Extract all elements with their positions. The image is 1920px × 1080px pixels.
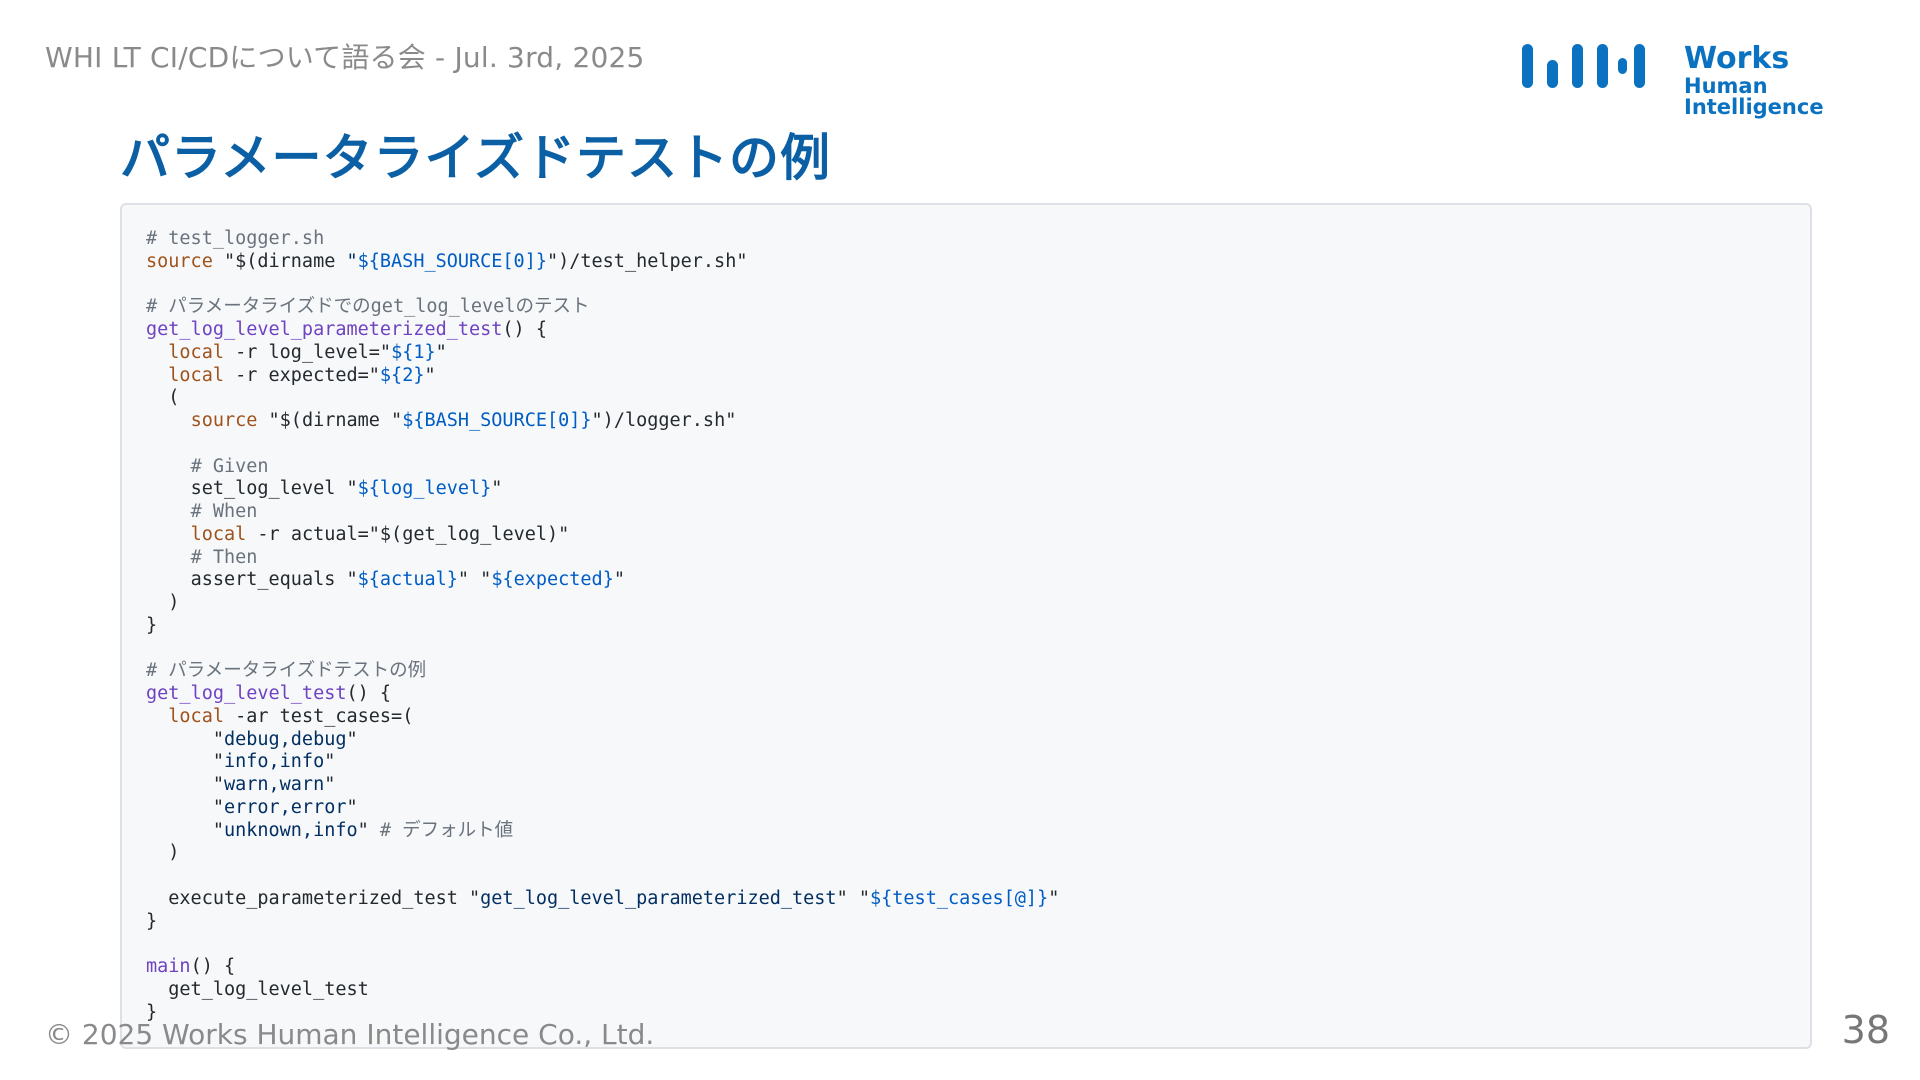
code-text: " [435,341,447,363]
code-text: " [836,887,848,909]
code-text: get_log_level_test [168,978,369,1000]
code-string: get_log_level_parameterized_test [480,887,837,909]
code-keyword: local [168,341,224,363]
code-text: " [346,796,358,818]
code-comment: # When [190,501,258,522]
code-text: " [324,751,336,773]
code-text: " [212,796,224,818]
code-comment: # パラメータライズドでのget_log_levelのテスト [146,296,590,318]
code-text: " [491,478,503,500]
code-keyword: local [168,705,224,727]
code-text: " [1048,887,1060,909]
code-comment: # パラメータライズドテストの例 [146,660,427,682]
code-keyword: local [168,364,224,386]
code-variable: ${BASH_SOURCE[0]} [357,250,547,272]
code-variable: ${2} [379,364,425,386]
code-text: " [858,887,870,909]
code-text: execute_parameterized_test [168,887,470,909]
code-text: ")/test_helper.sh" [546,250,748,272]
company-logo: Works Human Intelligence [1522,44,1902,118]
slide: WHI LT CI/CDについて語る会 - Jul. 3rd, 2025 Wor… [0,0,1920,1080]
code-variable: ${BASH_SOURCE[0]} [402,410,592,431]
code-comment: # Then [190,546,258,568]
code-text: " [346,728,358,750]
code-comment: # Given [190,455,269,477]
code-text: " [212,819,224,841]
code-string: debug,debug [223,728,347,750]
code-text: } [146,910,158,932]
code-text: " [424,364,436,386]
code-text: " [368,364,380,386]
event-header: WHI LT CI/CDについて語る会 - Jul. 3rd, 2025 [45,41,645,74]
code-text: () { [190,956,236,977]
logo-human-intelligence-text: Human Intelligence [1684,74,1824,119]
footer-copyright: © 2025 Works Human Intelligence Co., Ltd… [45,1018,655,1051]
code-text: " [324,774,336,795]
code-keyword: local [190,523,247,545]
page-number: 38 [1841,1008,1890,1052]
code-variable: ${actual} [357,569,458,591]
code-variable: ${test_cases[@]} [870,887,1049,909]
code-block: # test_logger.sh source "$(dirname "${BA… [120,203,1812,1049]
code-keyword: source [190,410,258,431]
code-function-name: get_log_level_parameterized_test [146,319,503,340]
code-text: " [212,751,224,773]
code-text: " [480,569,492,591]
code-string: warn,warn [223,774,325,795]
logo-wordmark: Works Human Intelligence [1684,44,1902,118]
logo-bars-icon [1522,44,1645,88]
code-variable: ${1} [391,341,436,363]
code-text: " [379,341,392,363]
code-text: ( [168,387,180,409]
slide-title: パラメータライズドテストの例 [120,129,831,187]
code-text: () { [346,683,392,704]
code-text: } [146,614,158,636]
code-text: " [457,569,470,591]
logo-works-text: Works [1684,41,1790,76]
code-text: set_log_level [190,478,347,500]
code-variable: ${log_level} [357,478,492,500]
code-text: () { [502,319,547,340]
code-keyword: source [146,250,213,272]
code-text: " [346,478,358,500]
code-text: ")/logger.sh" [591,410,737,431]
code-string: error,error [223,796,347,818]
code-text: " [613,569,625,591]
code-text: "$(dirname [257,410,392,431]
code-string: " [346,250,358,272]
code-text: -ar test_cases=( [223,705,414,727]
code-variable: ${expected} [491,569,614,591]
code-listing: # test_logger.sh source "$(dirname "${BA… [122,205,1810,1024]
code-text: " [212,728,224,750]
code-text: ) [168,842,180,864]
code-text: " [469,887,481,909]
code-function-name: main [146,956,191,977]
code-text: -r log_level= [223,341,380,363]
code-text: " [212,774,224,795]
code-string: unknown,info [223,819,358,841]
code-text: assert_equals [190,569,347,591]
code-comment: # デフォルト値 [379,819,514,841]
code-comment: # test_logger.sh [146,228,325,249]
code-text: ) [168,592,180,613]
code-text: " [357,819,369,841]
code-text: -r expected= [223,364,369,386]
code-text: " [391,410,403,431]
code-function-name: get_log_level_test [146,683,347,704]
code-string: info,info [223,751,325,773]
code-text: " [346,569,358,591]
code-text: "$(dirname [212,250,347,272]
code-text: -r actual="$(get_log_level)" [246,523,570,545]
